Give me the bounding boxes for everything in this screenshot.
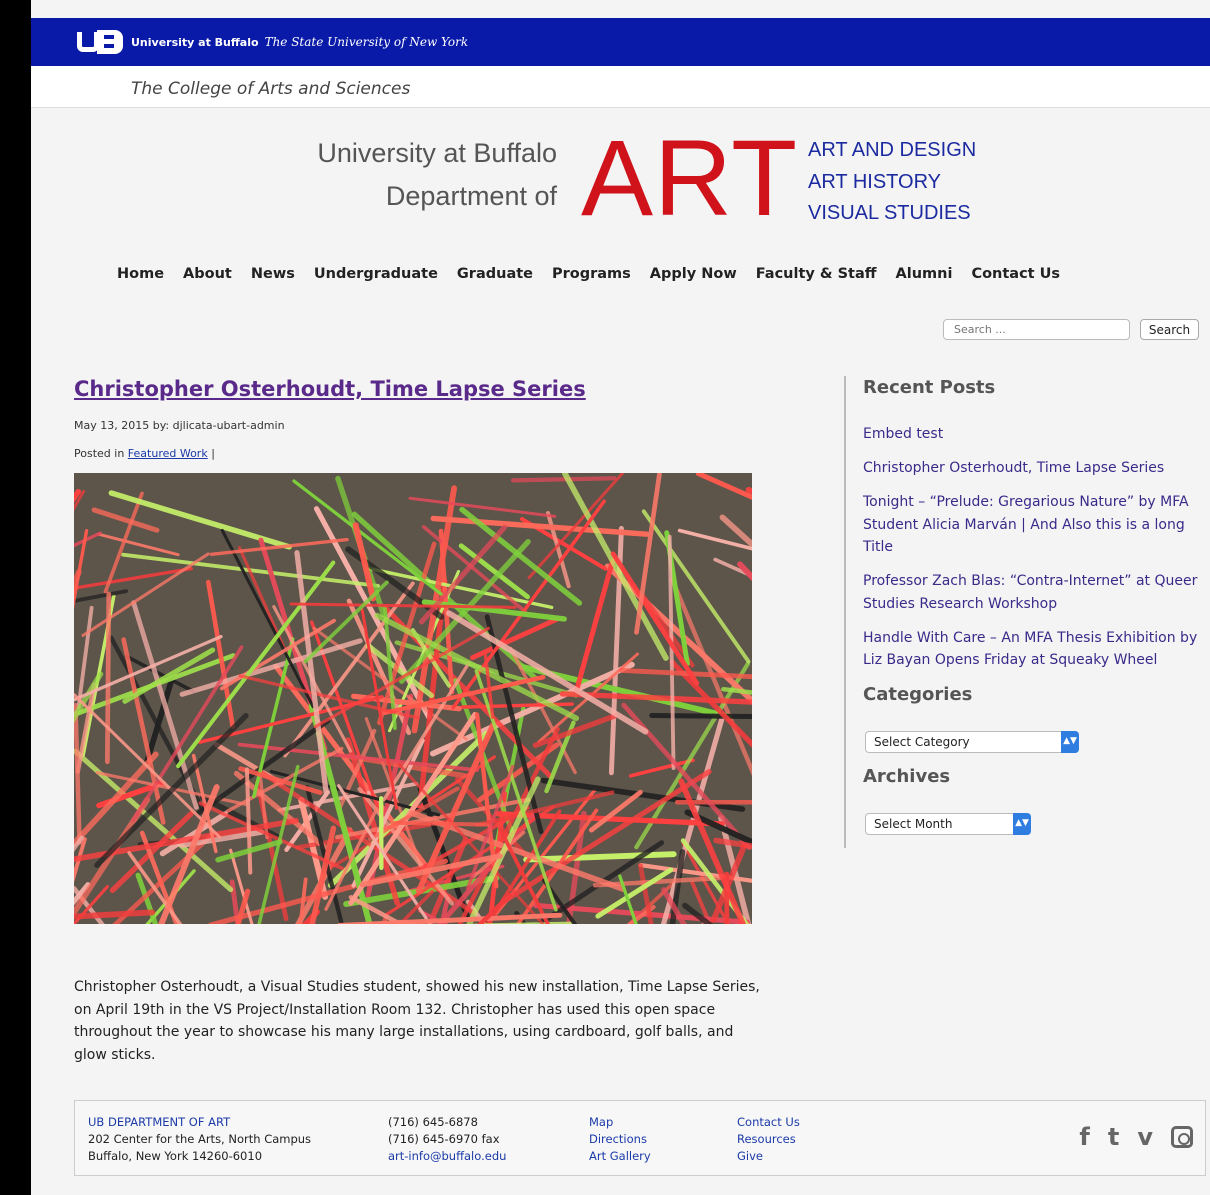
- categories-heading: Categories: [863, 684, 973, 705]
- recent-posts-heading: Recent Posts: [863, 377, 996, 398]
- left-frame: [0, 0, 31, 1195]
- posted-prefix: Posted in: [74, 447, 128, 460]
- footer-links-1: Map Directions Art Gallery: [589, 1114, 651, 1165]
- ub-header-bar: University at Buffalo The State Universi…: [31, 18, 1210, 66]
- recent-post-link[interactable]: Professor Zach Blas: “Contra-Internet” a…: [863, 570, 1208, 615]
- post-image: [74, 473, 752, 924]
- ub-name[interactable]: University at Buffalo: [131, 36, 259, 49]
- search-input[interactable]: [943, 319, 1130, 340]
- nav-programs[interactable]: Programs: [552, 266, 631, 282]
- post-meta: May 13, 2015 by: djlicata-ubart-admin: [74, 419, 285, 432]
- main-nav: Home About News Undergraduate Graduate P…: [117, 266, 1060, 282]
- search-button[interactable]: Search: [1140, 319, 1199, 340]
- sidebar-divider: [844, 376, 846, 848]
- archives-heading: Archives: [863, 766, 951, 787]
- recent-posts-list: Embed test Christopher Osterhoudt, Time …: [863, 423, 1208, 683]
- tumblr-icon[interactable]: t: [1108, 1123, 1119, 1151]
- nav-news[interactable]: News: [251, 266, 295, 282]
- vimeo-icon[interactable]: v: [1137, 1123, 1153, 1151]
- ub-subtitle: The State University of New York: [264, 35, 469, 49]
- footer-link-directions[interactable]: Directions: [589, 1131, 651, 1148]
- footer-email-link[interactable]: art-info@buffalo.edu: [388, 1148, 506, 1165]
- footer-address-line: 202 Center for the Arts, North Campus: [88, 1132, 312, 1146]
- nav-undergraduate[interactable]: Undergraduate: [314, 266, 438, 282]
- posted-suffix: |: [207, 447, 215, 460]
- recent-post-link[interactable]: Handle With Care – An MFA Thesis Exhibit…: [863, 627, 1208, 672]
- select-arrows-icon: ▲▼: [1013, 813, 1031, 835]
- glow-stick: [649, 713, 752, 720]
- post-title[interactable]: Christopher Osterhoudt, Time Lapse Serie…: [74, 377, 586, 401]
- footer-links-2: Contact Us Resources Give: [737, 1114, 800, 1165]
- facebook-icon[interactable]: f: [1079, 1123, 1089, 1151]
- recent-post-link[interactable]: Christopher Osterhoudt, Time Lapse Serie…: [863, 457, 1208, 480]
- recent-post-link[interactable]: Embed test: [863, 423, 1208, 446]
- archive-month-select[interactable]: Select Month ▲▼: [865, 813, 1031, 835]
- recent-post-link[interactable]: Tonight – “Prelude: Gregarious Nature” b…: [863, 491, 1208, 559]
- post-category-line: Posted in Featured Work |: [74, 447, 215, 460]
- footer-dept-name[interactable]: UB DEPARTMENT OF ART: [88, 1114, 311, 1131]
- social-links: f t v: [1079, 1123, 1193, 1151]
- dept-line-1: University at Buffalo: [317, 138, 557, 168]
- archive-select-value: Select Month: [874, 817, 953, 831]
- footer-link-map[interactable]: Map: [589, 1114, 651, 1131]
- ub-logo-icon[interactable]: [77, 30, 125, 54]
- footer-address-line: Buffalo, New York 14260-6010: [88, 1149, 263, 1163]
- footer-fax: (716) 645-6970 fax: [388, 1132, 500, 1146]
- post-body: Christopher Osterhoudt, a Visual Studies…: [74, 979, 760, 1063]
- category-select-value: Select Category: [874, 735, 970, 749]
- nav-apply-now[interactable]: Apply Now: [650, 266, 737, 282]
- select-arrows-icon: ▲▼: [1061, 731, 1079, 753]
- glow-stick: [390, 820, 488, 827]
- footer-contact: (716) 645-6878 (716) 645-6970 fax art-in…: [388, 1114, 506, 1165]
- glow-stick: [510, 476, 617, 483]
- program-link-visual-studies[interactable]: VISUAL STUDIES: [808, 202, 971, 225]
- nav-about[interactable]: About: [183, 266, 232, 282]
- dept-line-2: Department of: [385, 181, 557, 211]
- nav-graduate[interactable]: Graduate: [457, 266, 533, 282]
- college-name[interactable]: The College of Arts and Sciences: [131, 79, 410, 99]
- nav-home[interactable]: Home: [117, 266, 164, 282]
- category-link-featured-work[interactable]: Featured Work: [128, 447, 208, 460]
- nav-faculty-staff[interactable]: Faculty & Staff: [756, 266, 877, 282]
- program-link-art-history[interactable]: ART HISTORY: [808, 171, 941, 194]
- nav-alumni[interactable]: Alumni: [896, 266, 953, 282]
- art-logo[interactable]: ART: [581, 124, 798, 232]
- page: University at Buffalo The State Universi…: [31, 0, 1210, 1195]
- category-select[interactable]: Select Category ▲▼: [865, 731, 1079, 753]
- footer-link-resources[interactable]: Resources: [737, 1131, 800, 1148]
- instagram-icon[interactable]: [1171, 1126, 1193, 1148]
- footer: UB DEPARTMENT OF ART 202 Center for the …: [74, 1100, 1206, 1176]
- footer-link-contact[interactable]: Contact Us: [737, 1114, 800, 1131]
- footer-address: UB DEPARTMENT OF ART 202 Center for the …: [88, 1114, 311, 1165]
- nav-contact-us[interactable]: Contact Us: [971, 266, 1060, 282]
- program-link-art-design[interactable]: ART AND DESIGN: [808, 139, 976, 162]
- college-bar: The College of Arts and Sciences: [31, 66, 1210, 108]
- glow-sticks-artwork: [74, 473, 752, 924]
- footer-link-give[interactable]: Give: [737, 1148, 800, 1165]
- footer-phone: (716) 645-6878: [388, 1115, 478, 1129]
- footer-link-art-gallery[interactable]: Art Gallery: [589, 1148, 651, 1165]
